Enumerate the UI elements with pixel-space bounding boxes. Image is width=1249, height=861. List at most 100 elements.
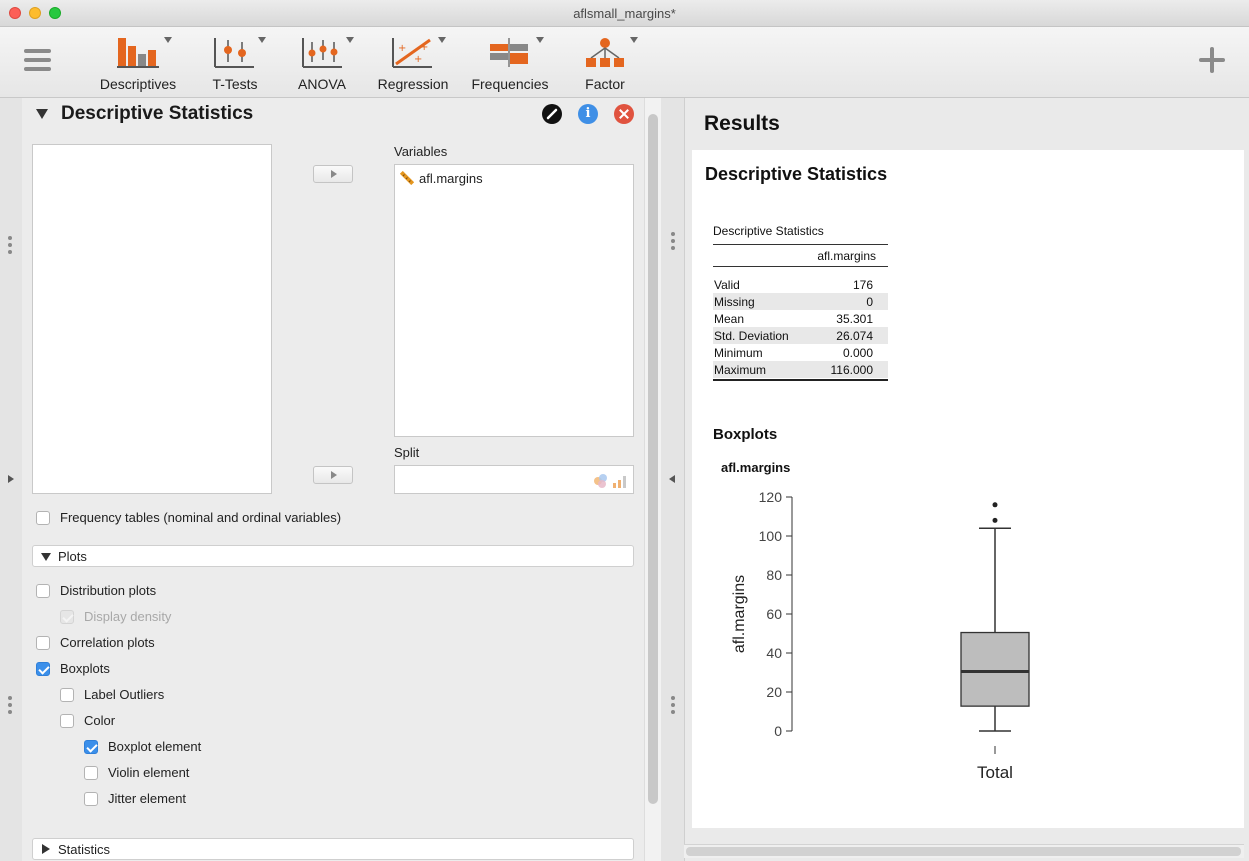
t-tests-icon [214, 38, 254, 68]
y-tick-label: 20 [766, 684, 782, 700]
edit-title-button[interactable] [542, 104, 562, 124]
label-outliers-checkbox[interactable] [60, 688, 74, 702]
title-bar: aflsmall_margins* [0, 0, 1249, 27]
anova-icon [302, 38, 342, 68]
collapse-left-icon[interactable] [669, 475, 675, 483]
drag-handle-icon[interactable] [8, 236, 12, 257]
info-button[interactable]: i [578, 104, 598, 124]
row-value: 35.301 [836, 312, 873, 326]
variables-label: Variables [394, 144, 448, 159]
chevron-down-icon [536, 37, 544, 43]
regression-icon: +++ [392, 38, 432, 68]
move-to-variables-button[interactable] [313, 165, 353, 183]
y-tick-label: 0 [774, 723, 782, 739]
jitter-element-checkbox[interactable] [84, 792, 98, 806]
outlier-point [992, 502, 998, 508]
frequency-tables-checkbox[interactable] [36, 511, 50, 525]
analysis-header: Descriptive Statistics i [22, 98, 644, 130]
row-value: 26.074 [836, 329, 873, 343]
row-value: 0 [866, 295, 873, 309]
boxplot-element-checkbox[interactable] [84, 740, 98, 754]
row-value: 116.000 [830, 363, 874, 377]
svg-text:+: + [398, 43, 406, 54]
window-title: aflsmall_margins* [573, 6, 676, 21]
y-tick-label: 120 [759, 489, 783, 505]
results-horizontal-scrollbar[interactable] [684, 844, 1244, 858]
variable-item[interactable]: afl.margins [400, 171, 483, 187]
table-row: Maximum 116.000 [713, 361, 888, 378]
drag-handle-icon[interactable] [671, 232, 675, 253]
chevron-down-icon [346, 37, 354, 43]
table-row: Mean 35.301 [713, 310, 888, 327]
options-scrollbar[interactable] [644, 98, 661, 861]
boxplot-chart: 0 20 40 60 80 100 120 afl.margins Total [731, 489, 1030, 782]
violin-element-checkbox[interactable] [84, 766, 98, 780]
row-label: Std. Deviation [714, 329, 789, 343]
y-tick-label: 80 [766, 567, 782, 583]
t-tests-button[interactable]: T-Tests [200, 32, 270, 92]
svg-text:+: + [420, 42, 428, 53]
close-analysis-button[interactable] [614, 104, 634, 124]
variables-list[interactable]: afl.margins [394, 164, 634, 437]
left-splitter[interactable] [0, 98, 22, 861]
row-label: Missing [714, 295, 755, 309]
y-tick-label: 40 [766, 645, 782, 661]
y-tick-label: 60 [766, 606, 782, 622]
results-page: Descriptive Statistics Descriptive Stati… [692, 150, 1244, 828]
chevron-down-icon [630, 37, 638, 43]
expanded-triangle-icon [41, 553, 51, 561]
frequencies-button[interactable]: Frequencies [466, 32, 554, 92]
table-rule [713, 379, 888, 381]
outlier-point [992, 517, 998, 523]
display-density-checkbox [60, 610, 74, 624]
color-checkbox[interactable] [60, 714, 74, 728]
plot-title: afl.margins [721, 460, 791, 475]
table-column-header: afl.margins [817, 249, 876, 263]
chevron-down-icon [438, 37, 446, 43]
variable-name: afl.margins [419, 171, 483, 186]
nominal-ordinal-icon [594, 474, 626, 488]
regression-button[interactable]: + + + Regression [372, 32, 454, 92]
boxplots-heading: Boxplots [713, 426, 778, 443]
ribbon-toolbar: Descriptives T-Tests ANOVA + + + Regressio… [0, 27, 1249, 98]
split-label: Split [394, 445, 420, 460]
available-variables-list[interactable] [32, 144, 272, 494]
pencil-icon [546, 108, 558, 120]
options-scrollbar-thumb[interactable] [648, 114, 658, 804]
row-label: Mean [714, 312, 745, 326]
anova-button[interactable]: ANOVA [290, 32, 354, 92]
correlation-plots-checkbox[interactable] [36, 636, 50, 650]
results-scrollbar-thumb[interactable] [686, 847, 1241, 856]
frequencies-icon [490, 38, 528, 67]
table-rule [713, 266, 888, 267]
distribution-plots-checkbox[interactable] [36, 584, 50, 598]
factor-button[interactable]: Factor [576, 32, 638, 92]
drag-handle-icon[interactable] [8, 696, 12, 717]
descriptives-button[interactable]: Descriptives [92, 32, 184, 92]
hamburger-menu-icon[interactable] [24, 49, 51, 73]
drag-handle-icon[interactable] [671, 696, 675, 717]
add-module-plus-icon[interactable] [1199, 47, 1225, 73]
expand-right-icon[interactable] [8, 475, 14, 483]
table-rule [713, 244, 888, 245]
results-heading: Descriptive Statistics [705, 164, 888, 184]
move-to-split-button[interactable] [313, 466, 353, 484]
plots-section-header[interactable]: Plots [32, 545, 634, 567]
collapse-triangle-icon[interactable] [36, 109, 48, 119]
y-tick-label: 100 [759, 528, 783, 544]
table-row: Std. Deviation 26.074 [713, 327, 888, 344]
results-panel: Results Descriptive Statistics Descripti… [684, 98, 1249, 861]
row-value: 176 [852, 278, 873, 292]
results-title: Results [704, 112, 780, 135]
split-list[interactable] [394, 465, 634, 494]
boxplots-checkbox[interactable] [36, 662, 50, 676]
statistics-section-header[interactable]: Statistics [32, 838, 634, 860]
row-label: Valid [714, 278, 740, 292]
chevron-down-icon [258, 37, 266, 43]
middle-splitter[interactable] [661, 98, 684, 861]
collapsed-triangle-icon [42, 844, 50, 854]
analysis-options-panel: Descriptive Statistics i Variables afl.m… [22, 98, 644, 861]
table-row: Missing 0 [713, 293, 888, 310]
factor-icon [586, 38, 624, 67]
box-iqr [960, 631, 1030, 707]
